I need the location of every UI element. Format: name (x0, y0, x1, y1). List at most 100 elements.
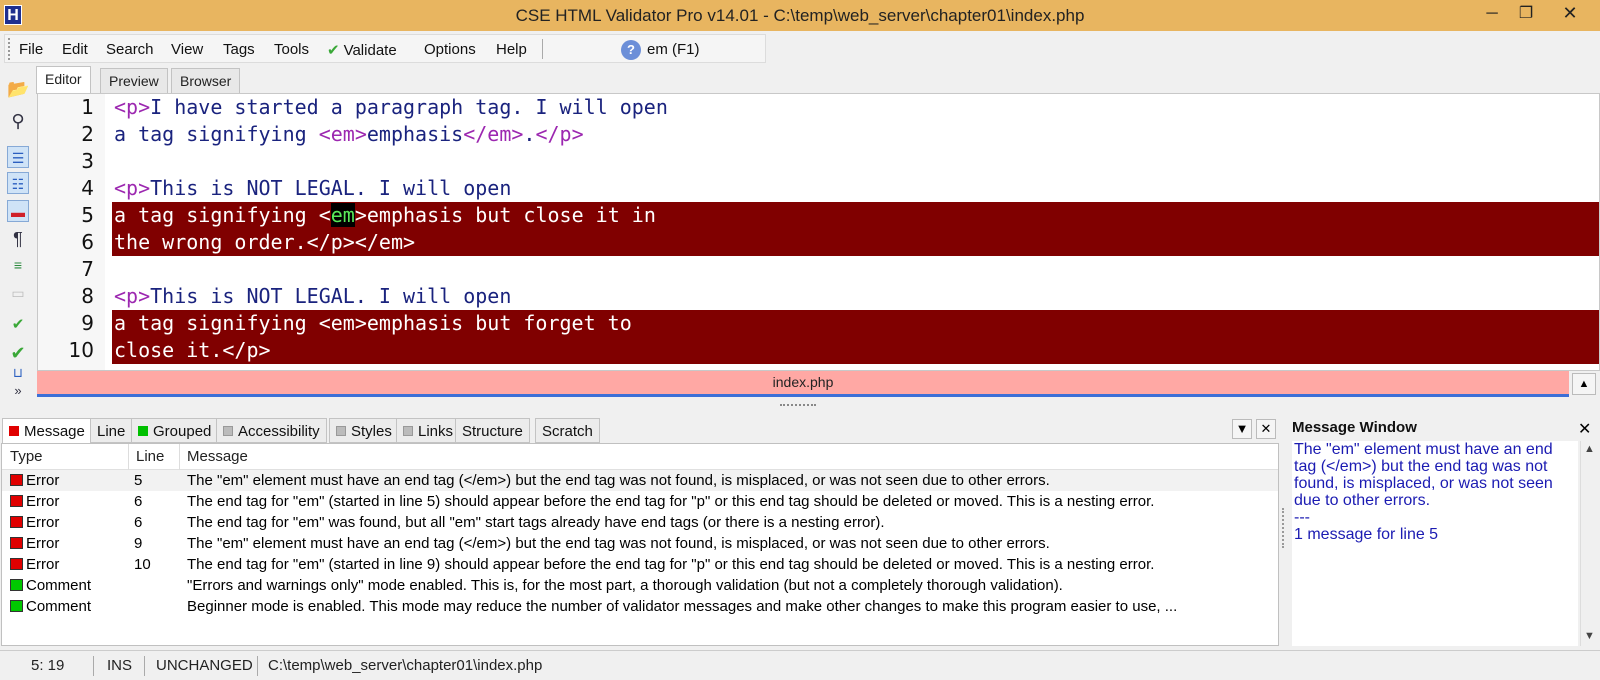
table-row[interactable]: Error 10 The end tag for "em" (started in … (2, 554, 1278, 575)
message-type: Error (10, 491, 59, 512)
menu-tags[interactable]: Tags (223, 41, 255, 58)
error-highlight (112, 337, 1599, 364)
text-token: . (523, 122, 536, 146)
tab-styles[interactable]: Styles (329, 418, 399, 443)
help-context-icon[interactable]: ? (621, 40, 641, 60)
line-numbers-icon[interactable]: ☰ (7, 146, 29, 168)
text-token: This is NOT LEGAL. I will open (150, 284, 512, 308)
menu-tools[interactable]: Tools (274, 41, 309, 58)
column-message[interactable]: Message (187, 448, 248, 465)
message-tabs: Message Line Grouped Accessibility Styles Lin… (0, 418, 1280, 444)
validate-icon[interactable]: ✔ (7, 342, 29, 364)
code-line[interactable]: 2 a tag signifying <em>emphasis</em>.</p> (38, 121, 1599, 148)
message-window-scrollbar[interactable]: ▲ ▼ (1580, 441, 1598, 646)
scroll-up-button[interactable]: ▲ (1572, 373, 1596, 395)
tab-line[interactable]: Line (90, 418, 133, 443)
code-line[interactable]: 10 close it.</p> (38, 337, 1599, 364)
menu-search[interactable]: Search (106, 41, 154, 58)
comment-icon (10, 600, 23, 612)
wrap-icon[interactable]: ▭ (7, 282, 29, 304)
text-token: a tag signifying (114, 122, 319, 146)
code-line[interactable]: 3 (38, 148, 1599, 175)
table-row[interactable]: Error 9 The "em" element must have an end … (2, 533, 1278, 554)
menu-help[interactable]: Help (496, 41, 527, 58)
tab-links[interactable]: Links (396, 418, 461, 443)
error-icon (10, 516, 23, 528)
status-separator (257, 656, 258, 676)
line-number: 5 (81, 203, 94, 227)
tab-status-icon (336, 426, 346, 436)
code-text: <p>This is NOT LEGAL. I will open (114, 283, 511, 310)
tab-editor[interactable]: Editor (36, 66, 91, 94)
table-row[interactable]: Error 6 The end tag for "em" (started in l… (2, 491, 1278, 512)
code-line[interactable]: 4 <p>This is NOT LEGAL. I will open (38, 175, 1599, 202)
column-type[interactable]: Type (10, 448, 43, 465)
context-help-label[interactable]: em (F1) (647, 41, 700, 58)
message-window-text: The "em" element must have an end tag (<… (1294, 441, 1572, 543)
maximize-button[interactable]: ❐ (1506, 0, 1546, 27)
code-line[interactable]: 9 a tag signifying <em>emphasis but forge… (38, 310, 1599, 337)
message-line: 6 (134, 514, 143, 531)
menu-bar: File Edit Search View Tags Tools ✔ Valida… (0, 31, 1600, 64)
code-editor[interactable]: 1 <p>I have started a paragraph tag. I wi… (37, 93, 1600, 371)
highlight-lines-icon[interactable]: ▬ (7, 200, 29, 222)
pilcrow-icon[interactable]: ¶ (7, 228, 29, 250)
scroll-up-icon[interactable]: ▲ (1584, 443, 1595, 455)
message-text: "Errors and warnings only" mode enabled.… (187, 577, 1063, 594)
message-type: Error (10, 470, 59, 491)
title-bar: H CSE HTML Validator Pro v14.01 - C:\tem… (0, 0, 1600, 31)
open-folder-icon[interactable]: 📂 (7, 78, 29, 100)
close-button[interactable]: ✕ (1550, 0, 1590, 27)
table-row[interactable]: Comment Beginner mode is enabled. This mo… (2, 596, 1278, 617)
message-window-grip[interactable] (1282, 508, 1286, 548)
menu-view[interactable]: View (171, 41, 203, 58)
tab-browser[interactable]: Browser (171, 68, 241, 94)
pane-splitter[interactable] (780, 404, 816, 408)
message-text: The "em" element must have an end tag (<… (187, 472, 1050, 489)
html-tag-token: <em> (318, 122, 367, 146)
menu-file[interactable]: File (19, 41, 43, 58)
line-number: 2 (81, 122, 94, 146)
indent-guides-icon[interactable]: ☷ (7, 172, 29, 194)
code-line[interactable]: 1 <p>I have started a paragraph tag. I wi… (38, 94, 1599, 121)
message-text: The end tag for "em" (started in line 5)… (187, 493, 1155, 510)
code-line[interactable]: 8 <p>This is NOT LEGAL. I will open (38, 283, 1599, 310)
column-line[interactable]: Line (136, 448, 164, 465)
cursor-highlight: em (330, 203, 355, 227)
align-left-icon[interactable]: ≡ (7, 254, 29, 276)
spellcheck-icon[interactable]: ✔ (7, 314, 29, 336)
menu-options[interactable]: Options (424, 41, 476, 58)
code-line[interactable]: 5 a tag signifying <em>emphasis but close… (38, 202, 1599, 229)
table-row[interactable]: Error 6 The end tag for "em" was found, bu… (2, 512, 1278, 533)
toolbar-grip[interactable] (8, 38, 12, 60)
table-row[interactable]: Comment "Errors and warnings only" mode e… (2, 575, 1278, 596)
text-token: the wrong order.</p></em> (114, 230, 416, 254)
column-divider[interactable] (128, 444, 129, 470)
table-row[interactable]: Error 5 The "em" element must have an end … (2, 470, 1278, 491)
code-line[interactable]: 6 the wrong order.</p></em> (38, 229, 1599, 256)
message-window-close-icon[interactable]: ✕ (1578, 419, 1591, 439)
comment-icon (10, 579, 23, 591)
binoculars-icon[interactable]: ⚲ (7, 110, 29, 132)
check-icon: ✔ (327, 42, 340, 59)
status-modified-state: UNCHANGED (156, 657, 253, 674)
tab-label: Grouped (153, 423, 212, 440)
close-pane-icon[interactable]: ✕ (1256, 419, 1276, 439)
tab-scratch[interactable]: Scratch (535, 418, 600, 443)
error-icon (10, 495, 23, 507)
code-line[interactable]: 7 (38, 256, 1599, 283)
menu-edit[interactable]: Edit (62, 41, 88, 58)
tab-grouped[interactable]: Grouped (131, 418, 219, 443)
menu-validate[interactable]: ✔ Validate (327, 41, 397, 59)
tab-structure[interactable]: Structure (455, 418, 530, 443)
more-tools-icon[interactable]: » (7, 380, 29, 402)
tab-message[interactable]: Message (2, 418, 92, 443)
file-tab-index[interactable]: index.php (37, 374, 1569, 390)
column-divider[interactable] (179, 444, 180, 470)
line-number: 10 (68, 338, 94, 362)
dropdown-icon[interactable]: ▼ (1232, 419, 1252, 439)
text-token: >emphasis but close it in (354, 203, 656, 227)
scroll-down-icon[interactable]: ▼ (1584, 630, 1595, 642)
tab-accessibility[interactable]: Accessibility (216, 418, 327, 443)
tab-preview[interactable]: Preview (100, 68, 168, 94)
